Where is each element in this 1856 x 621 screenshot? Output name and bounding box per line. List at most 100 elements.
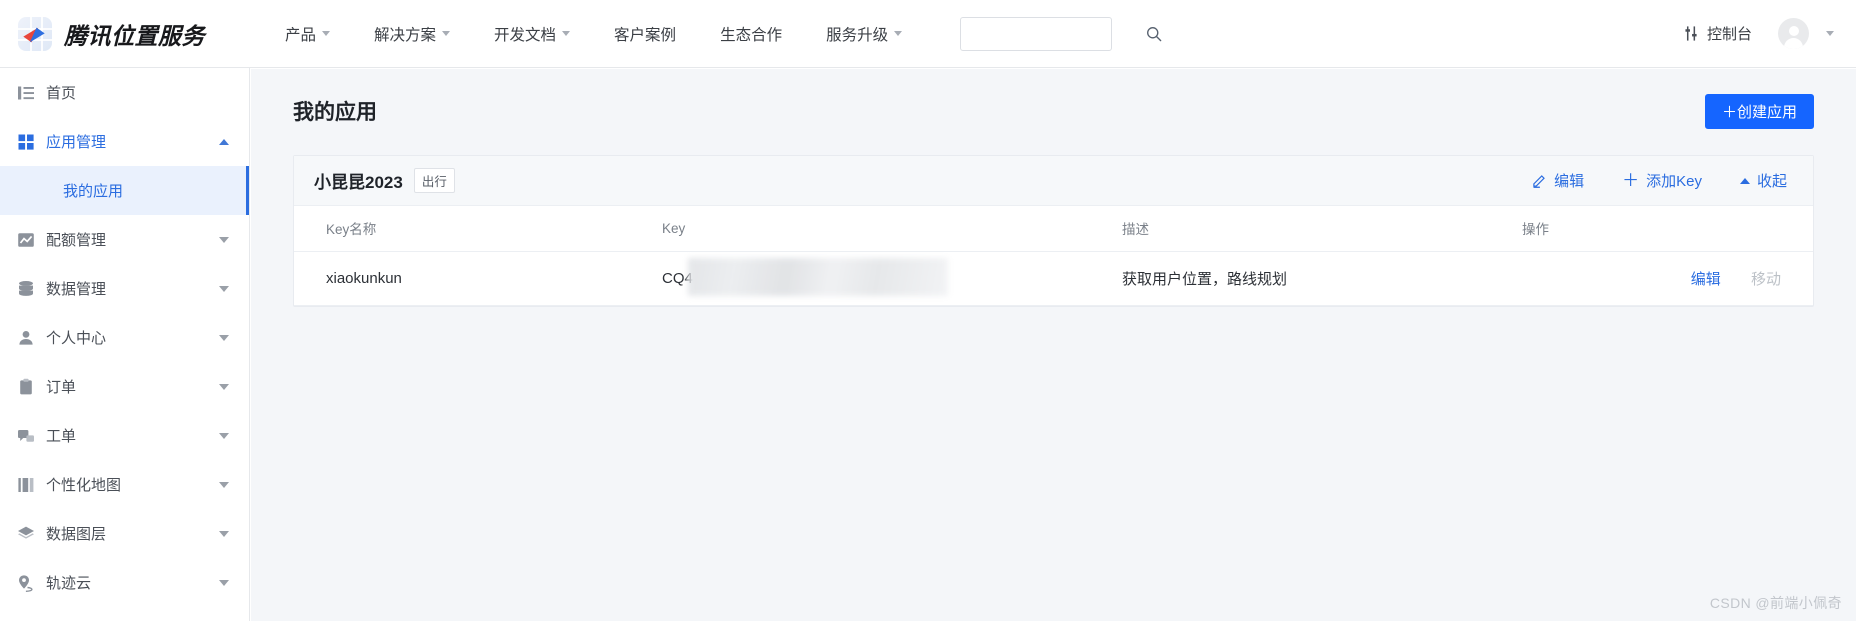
chevron-down-icon[interactable]	[219, 334, 229, 341]
column-header-key-name: Key名称	[294, 206, 654, 252]
sidebar-item-label: 首页	[46, 85, 77, 102]
key-value-text: CQ4	[662, 257, 948, 296]
chevron-down-icon[interactable]	[219, 285, 229, 292]
app-category-tag: 出行	[413, 168, 455, 193]
sidebar-item-label: 数据管理	[46, 281, 107, 298]
nav-item-ecosystem[interactable]: 生态合作	[698, 23, 804, 45]
key-table-body: xiaokunkun CQ4 获取用户位置，路线规划 编辑 移动	[294, 251, 1813, 306]
clipboard-icon	[16, 377, 35, 396]
chevron-down-icon[interactable]	[219, 481, 229, 488]
console-label: 控制台	[1706, 26, 1752, 43]
sidebar-item-work-orders[interactable]: 工单	[0, 411, 249, 460]
search-box[interactable]	[960, 16, 1162, 51]
sidebar-item-label: 工单	[46, 428, 77, 445]
sidebar-item-my-apps[interactable]: 我的应用	[0, 166, 249, 215]
sidebar-item-track-cloud[interactable]: 轨迹云	[0, 558, 249, 607]
sidebar-item-quota-management[interactable]: 配额管理	[0, 215, 249, 264]
search-icon[interactable]	[1145, 25, 1163, 43]
collapse-button[interactable]: 收起	[1739, 170, 1787, 191]
nav-item-solutions[interactable]: 解决方案	[352, 23, 472, 45]
chevron-down-icon[interactable]	[219, 530, 229, 537]
nav-label: 生态合作	[720, 26, 783, 44]
location-track-icon	[16, 573, 35, 592]
chevron-down-icon	[442, 31, 451, 36]
top-header: 腾讯位置服务 产品 解决方案 开发文档 客户案例 生态合作 服务升级 控制台	[0, 0, 1856, 68]
chevron-down-icon	[894, 31, 903, 36]
sidebar-item-label: 应用管理	[46, 134, 107, 151]
grid-squares-icon	[16, 132, 35, 151]
nav-label: 开发文档	[494, 26, 557, 44]
nav-item-cases[interactable]: 客户案例	[592, 23, 698, 45]
sidebar-item-personal-center[interactable]: 个人中心	[0, 313, 249, 362]
sidebar-item-orders[interactable]: 订单	[0, 362, 249, 411]
cell-operations: 编辑 移动	[1514, 251, 1813, 306]
map-style-icon	[16, 475, 35, 494]
chat-bubbles-icon	[16, 426, 35, 445]
chevron-down-icon[interactable]	[1826, 31, 1834, 36]
main-navigation: 产品 解决方案 开发文档 客户案例 生态合作 服务升级	[263, 23, 924, 45]
brand[interactable]: 腾讯位置服务	[18, 16, 205, 51]
plus-icon: ＋	[1622, 171, 1640, 190]
column-header-operations: 操作	[1514, 206, 1813, 252]
sidebar: 首页 应用管理 我的应用 配额管理 数据管理 个人中心 订单 工单 个性化地图 …	[0, 68, 250, 621]
watermark: CSDN @前端小佩奇	[1709, 595, 1842, 611]
action-label: 编辑	[1554, 173, 1585, 190]
chevron-up-icon[interactable]	[219, 138, 229, 145]
chevron-up-icon	[1739, 177, 1750, 184]
action-label: 添加Key	[1646, 173, 1702, 190]
column-header-key: Key	[654, 206, 1114, 252]
user-avatar-icon[interactable]	[1778, 18, 1809, 49]
key-table-header: Key名称 Key 描述 操作	[294, 206, 1813, 252]
database-icon	[16, 279, 35, 298]
table-header-row: Key名称 Key 描述 操作	[294, 206, 1813, 252]
home-list-icon	[16, 83, 35, 102]
sidebar-item-label: 轨迹云	[46, 575, 92, 592]
chevron-down-icon[interactable]	[219, 236, 229, 243]
table-row: xiaokunkun CQ4 获取用户位置，路线规划 编辑 移动	[294, 251, 1813, 306]
sidebar-item-label: 个人中心	[46, 330, 107, 347]
chevron-down-icon[interactable]	[219, 383, 229, 390]
sidebar-item-data-management[interactable]: 数据管理	[0, 264, 249, 313]
console-link[interactable]: 控制台	[1683, 23, 1752, 44]
app-card: 小昆昆2023 出行 编辑 ＋ 添加Key 收起 Key名称 Key 描述 操作…	[293, 155, 1814, 307]
user-icon	[16, 328, 35, 347]
sidebar-subitem-label: 我的应用	[63, 183, 124, 200]
sidebar-item-label: 数据图层	[46, 526, 107, 543]
key-table: Key名称 Key 描述 操作 xiaokunkun CQ4 获取用户位置，路线…	[294, 206, 1813, 306]
page-header: 我的应用 ＋创建应用	[293, 93, 1814, 129]
search-input[interactable]	[969, 26, 1146, 41]
create-app-button[interactable]: ＋创建应用	[1704, 93, 1814, 129]
move-key-link: 移动	[1750, 270, 1781, 288]
sidebar-item-custom-map[interactable]: 个性化地图	[0, 460, 249, 509]
app-card-actions: 编辑 ＋ 添加Key 收起	[1532, 170, 1787, 191]
chevron-down-icon	[322, 31, 331, 36]
app-name: 小昆昆2023	[314, 173, 403, 192]
app-card-header: 小昆昆2023 出行 编辑 ＋ 添加Key 收起	[294, 156, 1813, 206]
cell-description: 获取用户位置，路线规划	[1114, 251, 1514, 306]
cell-key-name: xiaokunkun	[294, 251, 654, 306]
nav-label: 产品	[285, 26, 317, 44]
sidebar-item-data-layers[interactable]: 数据图层	[0, 509, 249, 558]
add-key-button[interactable]: ＋ 添加Key	[1622, 170, 1702, 191]
avatar[interactable]	[1760, 18, 1809, 49]
chevron-down-icon[interactable]	[219, 432, 229, 439]
chart-wave-icon	[16, 230, 35, 249]
chevron-down-icon[interactable]	[219, 579, 229, 586]
nav-item-products[interactable]: 产品	[263, 23, 352, 45]
nav-item-service-upgrade[interactable]: 服务升级	[804, 23, 924, 45]
sidebar-item-label: 配额管理	[46, 232, 107, 249]
sidebar-item-app-management[interactable]: 应用管理	[0, 117, 249, 166]
edit-key-link[interactable]: 编辑	[1691, 271, 1721, 288]
sidebar-item-home[interactable]: 首页	[0, 68, 249, 117]
page-title: 我的应用	[293, 101, 377, 124]
chevron-down-icon	[562, 31, 571, 36]
column-header-description: 描述	[1114, 206, 1514, 252]
sidebar-item-label: 个性化地图	[46, 477, 122, 494]
header-right-actions: 控制台	[1683, 18, 1834, 49]
main-content: 我的应用 ＋创建应用 小昆昆2023 出行 编辑 ＋ 添加Key 收起 Key名…	[251, 69, 1856, 621]
nav-item-docs[interactable]: 开发文档	[472, 23, 592, 45]
nav-label: 解决方案	[374, 26, 437, 44]
cell-key-value: CQ4	[654, 251, 1114, 306]
edit-app-button[interactable]: 编辑	[1532, 170, 1584, 191]
pencil-icon	[1533, 175, 1545, 188]
